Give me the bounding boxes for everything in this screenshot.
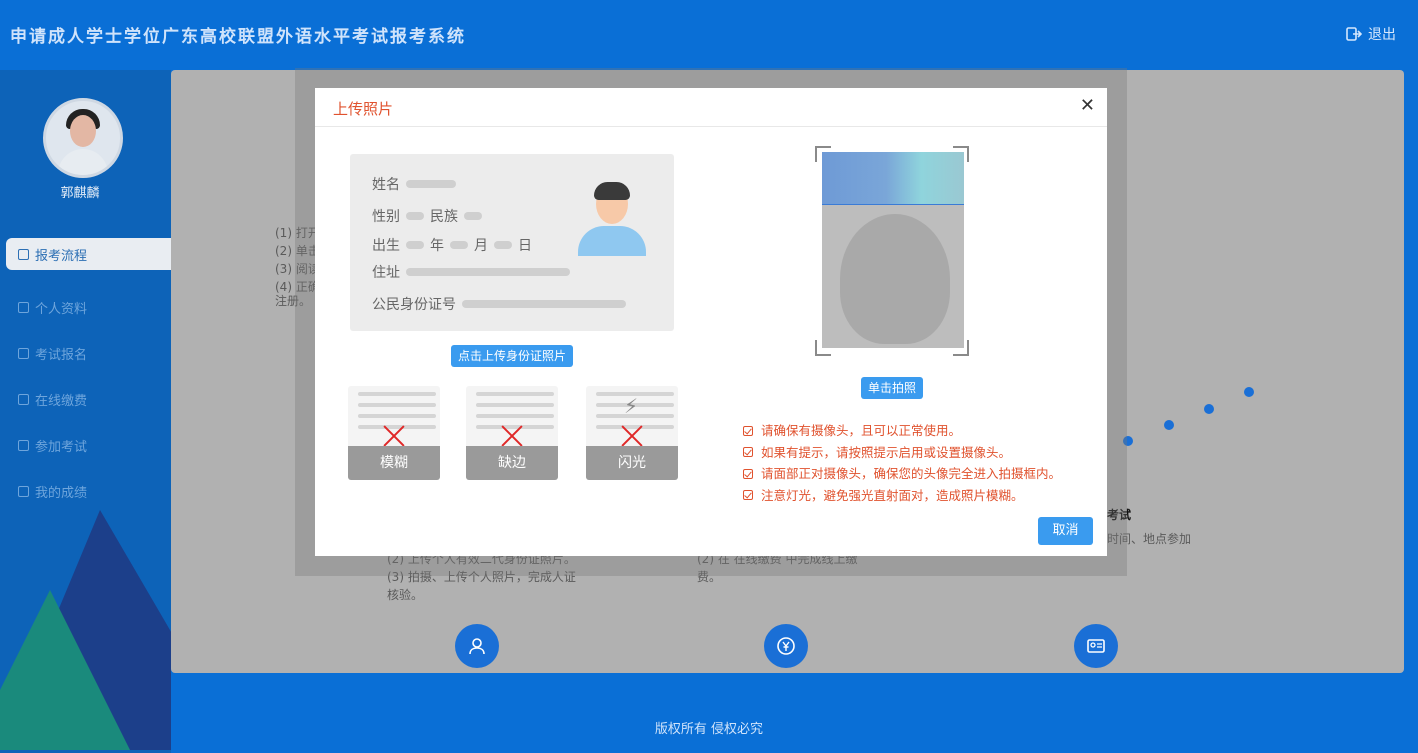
id-year-label: 年 — [430, 238, 444, 254]
sample-flash: ⚡ 闪光 — [586, 386, 678, 480]
bg-step: (3) 阅读 — [275, 262, 320, 276]
payment-step-icon — [764, 624, 808, 668]
bg-step: (2) 单击 — [275, 244, 320, 258]
sidebar: 郭麒麟 报考流程 个人资料 考试报名 在线缴费 参加考试 我的成绩 — [0, 70, 171, 753]
camera-preview-frame — [815, 146, 969, 356]
bg-step: 费。 — [697, 570, 722, 584]
sidebar-item-label: 参加考试 — [35, 439, 88, 455]
top-bar: 申请成人学士学位广东高校联盟外语水平考试报考系统 退出 — [0, 0, 1418, 70]
sidebar-nav: 报考流程 个人资料 考试报名 在线缴费 参加考试 我的成绩 — [0, 238, 171, 514]
checkbox-icon — [743, 468, 753, 479]
background-step-list: (1) 打开 (2) 单击 (3) 阅读 (4) 正确 注册。 — [275, 224, 320, 310]
tip-text: 如果有提示，请按照提示启用或设置摄像头。 — [761, 444, 1012, 460]
id-name-label: 姓名 — [372, 177, 400, 193]
edit-icon — [18, 248, 29, 260]
logout-button[interactable]: 退出 — [1346, 24, 1396, 44]
app-title: 申请成人学士学位广东高校联盟外语水平考试报考系统 — [10, 27, 466, 47]
checkbox-icon — [743, 447, 753, 458]
username: 郭麒麟 — [60, 186, 100, 201]
tips-list: 请确保有摄像头，且可以正常使用。 如果有提示，请按照提示启用或设置摄像头。 请面… — [743, 420, 1061, 506]
cross-icon — [620, 424, 644, 448]
person-illustration — [576, 182, 648, 256]
sidebar-item-profile[interactable]: 个人资料 — [0, 284, 171, 330]
id-address-label: 住址 — [372, 265, 400, 281]
capture-photo-button[interactable]: 单击拍照 — [861, 377, 923, 399]
logout-label: 退出 — [1368, 27, 1396, 43]
progress-dot — [1164, 420, 1174, 430]
edit-icon — [18, 393, 29, 405]
bg-step: 核验。 — [387, 588, 424, 602]
modal-title: 上传照片 — [333, 100, 394, 118]
sidebar-item-process[interactable]: 报考流程 — [6, 238, 171, 270]
progress-dot — [1204, 404, 1214, 414]
edit-icon — [18, 485, 29, 497]
edit-icon — [18, 439, 29, 451]
id-ethnicity-label: 民族 — [430, 209, 458, 225]
progress-dot — [1123, 436, 1133, 446]
id-birth-label: 出生 — [372, 238, 400, 254]
footer-copyright: 版权所有 侵权必究 — [654, 722, 764, 737]
sidebar-item-label: 个人资料 — [35, 301, 88, 317]
exam-card-step-icon — [1074, 624, 1118, 668]
sidebar-item-label: 在线缴费 — [35, 393, 88, 409]
tip-text: 请面部正对摄像头，确保您的头像完全进入拍摄框内。 — [761, 466, 1062, 481]
id-month-label: 月 — [474, 238, 488, 254]
sidebar-item-scores[interactable]: 我的成绩 — [0, 468, 171, 514]
profile-icon — [18, 301, 29, 313]
sidebar-item-register[interactable]: 考试报名 — [0, 330, 171, 376]
background-step2: (2) 上传个人有效二代身份证照片。 (3) 拍摄、上传个人照片，完成人证 核验… — [387, 550, 576, 604]
bg-step: (1) 打开 — [275, 226, 320, 240]
tip-text: 注意灯光，避免强光直射面对，造成照片模糊。 — [761, 487, 1024, 503]
id-card-sample: 姓名 性别 民族 出生 年 月 日 住址 公民身份证号 — [350, 154, 674, 331]
sample-label: 缺边 — [466, 446, 558, 480]
lightning-icon: ⚡ — [624, 394, 639, 418]
sidebar-item-payment[interactable]: 在线缴费 — [0, 376, 171, 422]
cancel-button[interactable]: 取消 — [1038, 517, 1093, 545]
sample-label: 闪光 — [586, 446, 678, 480]
sidebar-item-label: 考试报名 — [35, 347, 88, 363]
sample-missing-edge: 缺边 — [466, 386, 558, 480]
cross-icon — [382, 424, 406, 448]
upload-user-step-icon — [455, 624, 499, 668]
upload-id-photo-button[interactable]: 点击上传身份证照片 — [451, 345, 573, 367]
sample-label: 模糊 — [348, 446, 440, 480]
sample-blurry: 模糊 — [348, 386, 440, 480]
avatar — [43, 98, 123, 178]
camera-preview — [822, 152, 964, 348]
id-gender-label: 性别 — [372, 209, 400, 225]
id-number-label: 公民身份证号 — [372, 297, 456, 313]
sidebar-item-label: 我的成绩 — [35, 485, 88, 501]
progress-dot — [1244, 387, 1254, 397]
close-icon[interactable]: ✕ — [1080, 96, 1095, 116]
background-step4-text: 时间、地点参加 — [1107, 532, 1192, 546]
upload-photo-modal: 上传照片 ✕ 姓名 性别 民族 出生 年 月 日 住址 公民身份证号 点击上传身份证照片… — [315, 88, 1107, 556]
sidebar-item-label: 报考流程 — [35, 248, 88, 264]
id-day-label: 日 — [518, 238, 532, 254]
bg-step: (3) 拍摄、上传个人照片，完成人证 — [387, 570, 576, 584]
checkbox-icon — [743, 425, 753, 436]
checkbox-icon — [743, 490, 753, 501]
sidebar-item-exam[interactable]: 参加考试 — [0, 422, 171, 468]
logout-icon — [1346, 27, 1362, 41]
tip-text: 请确保有摄像头，且可以正常使用。 — [761, 423, 962, 438]
edit-icon — [18, 347, 29, 359]
modal-header: 上传照片 ✕ — [315, 88, 1107, 127]
cross-icon — [500, 424, 524, 448]
background-step4-title: 考试 — [1107, 508, 1132, 522]
